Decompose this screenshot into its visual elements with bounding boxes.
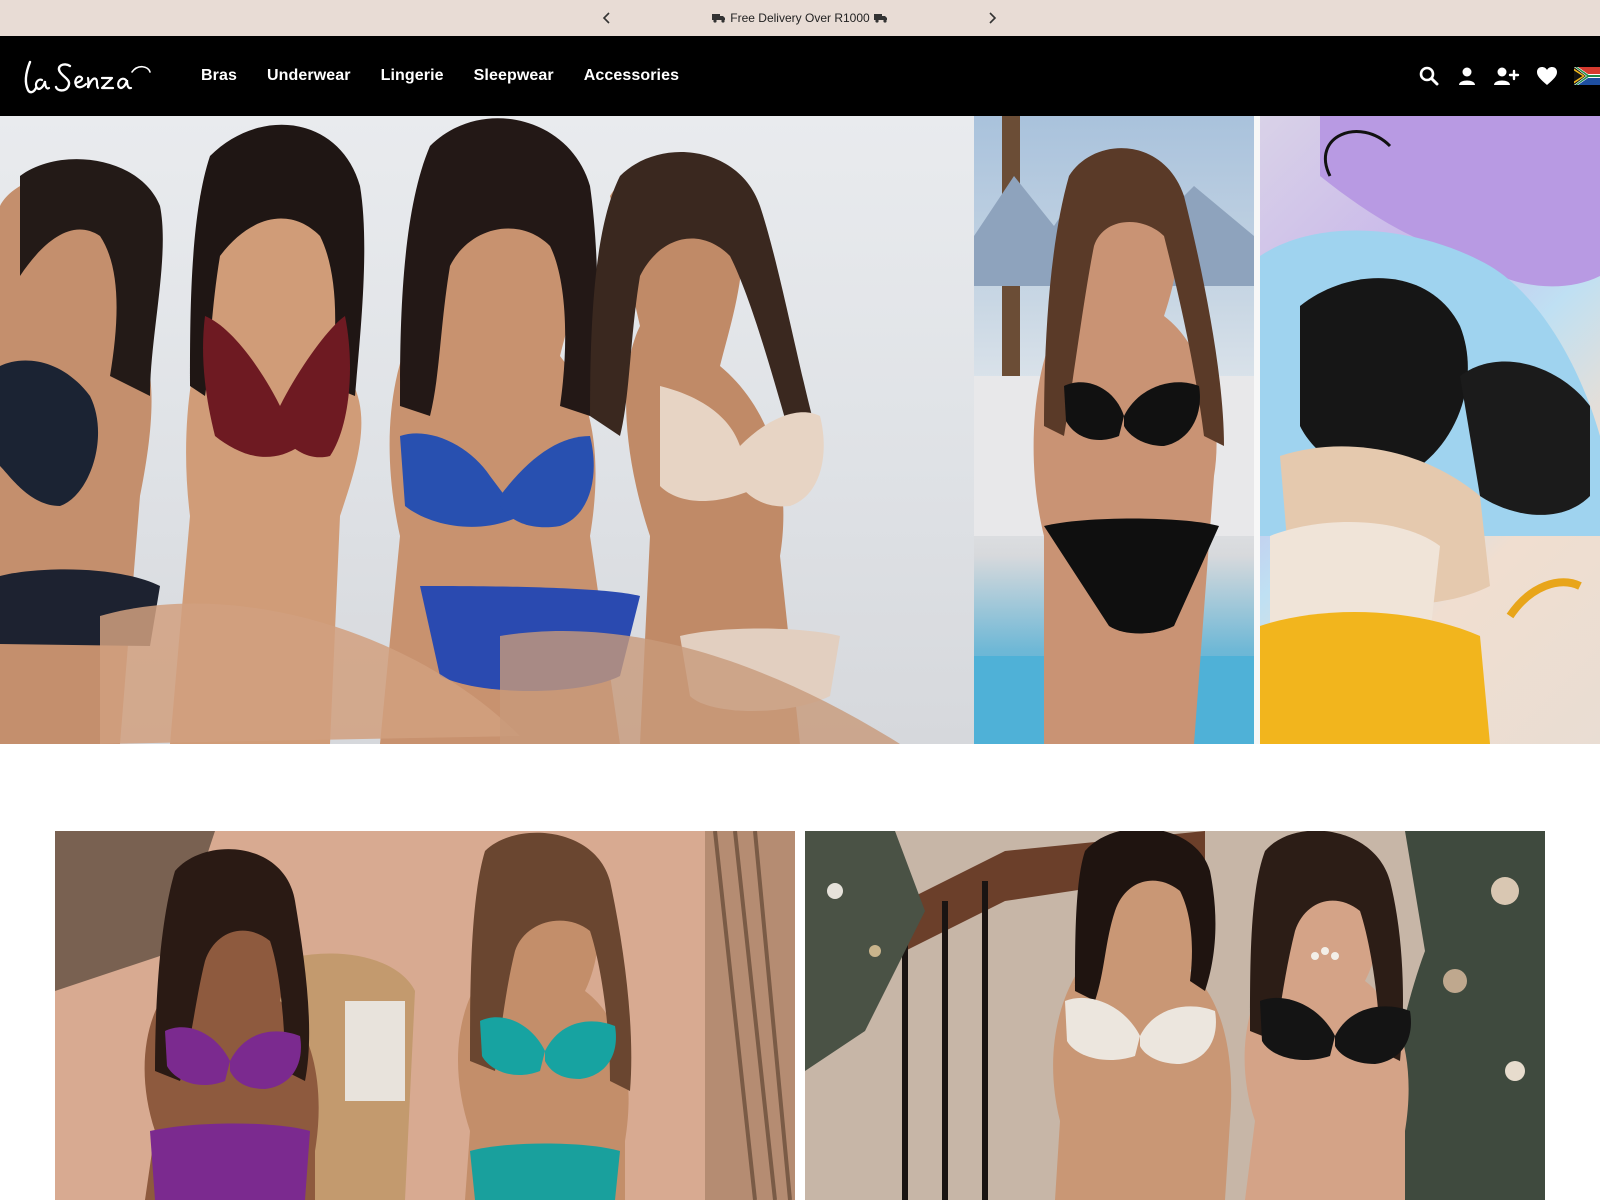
- header-icons: [1418, 62, 1600, 90]
- hero-banner[interactable]: [0, 116, 1600, 744]
- add-user-icon[interactable]: [1494, 65, 1520, 87]
- promo-tile-festive-campaign[interactable]: [805, 831, 1545, 1200]
- south-africa-flag-icon[interactable]: [1574, 65, 1600, 87]
- nav-accessories[interactable]: Accessories: [584, 67, 679, 85]
- announcement-text: Free Delivery Over R1000: [730, 11, 870, 25]
- truck-icon: [712, 14, 726, 23]
- hero-model-pool-image[interactable]: [974, 116, 1254, 744]
- announcement-message: Free Delivery Over R1000: [712, 11, 887, 25]
- account-icon[interactable]: [1456, 65, 1478, 87]
- wishlist-heart-icon[interactable]: [1536, 65, 1558, 87]
- promo-tile-colour-campaign[interactable]: [55, 831, 795, 1200]
- chevron-left-icon[interactable]: [597, 8, 617, 28]
- hero-main-image[interactable]: [0, 116, 974, 744]
- site-header: Bras Underwear Lingerie Sleepwear Access…: [0, 36, 1600, 116]
- search-icon[interactable]: [1418, 65, 1440, 87]
- nav-sleepwear[interactable]: Sleepwear: [474, 67, 554, 85]
- chevron-right-icon[interactable]: [982, 8, 1002, 28]
- nav-lingerie[interactable]: Lingerie: [381, 67, 444, 85]
- nav-bras[interactable]: Bras: [201, 67, 237, 85]
- main-nav: Bras Underwear Lingerie Sleepwear Access…: [201, 36, 709, 116]
- nav-underwear[interactable]: Underwear: [267, 67, 351, 85]
- announcement-bar: Free Delivery Over R1000: [0, 0, 1600, 36]
- la-senza-logo[interactable]: [20, 54, 154, 98]
- hero-bras-flatlay-image[interactable]: [1260, 116, 1600, 744]
- truck-icon: [873, 14, 887, 23]
